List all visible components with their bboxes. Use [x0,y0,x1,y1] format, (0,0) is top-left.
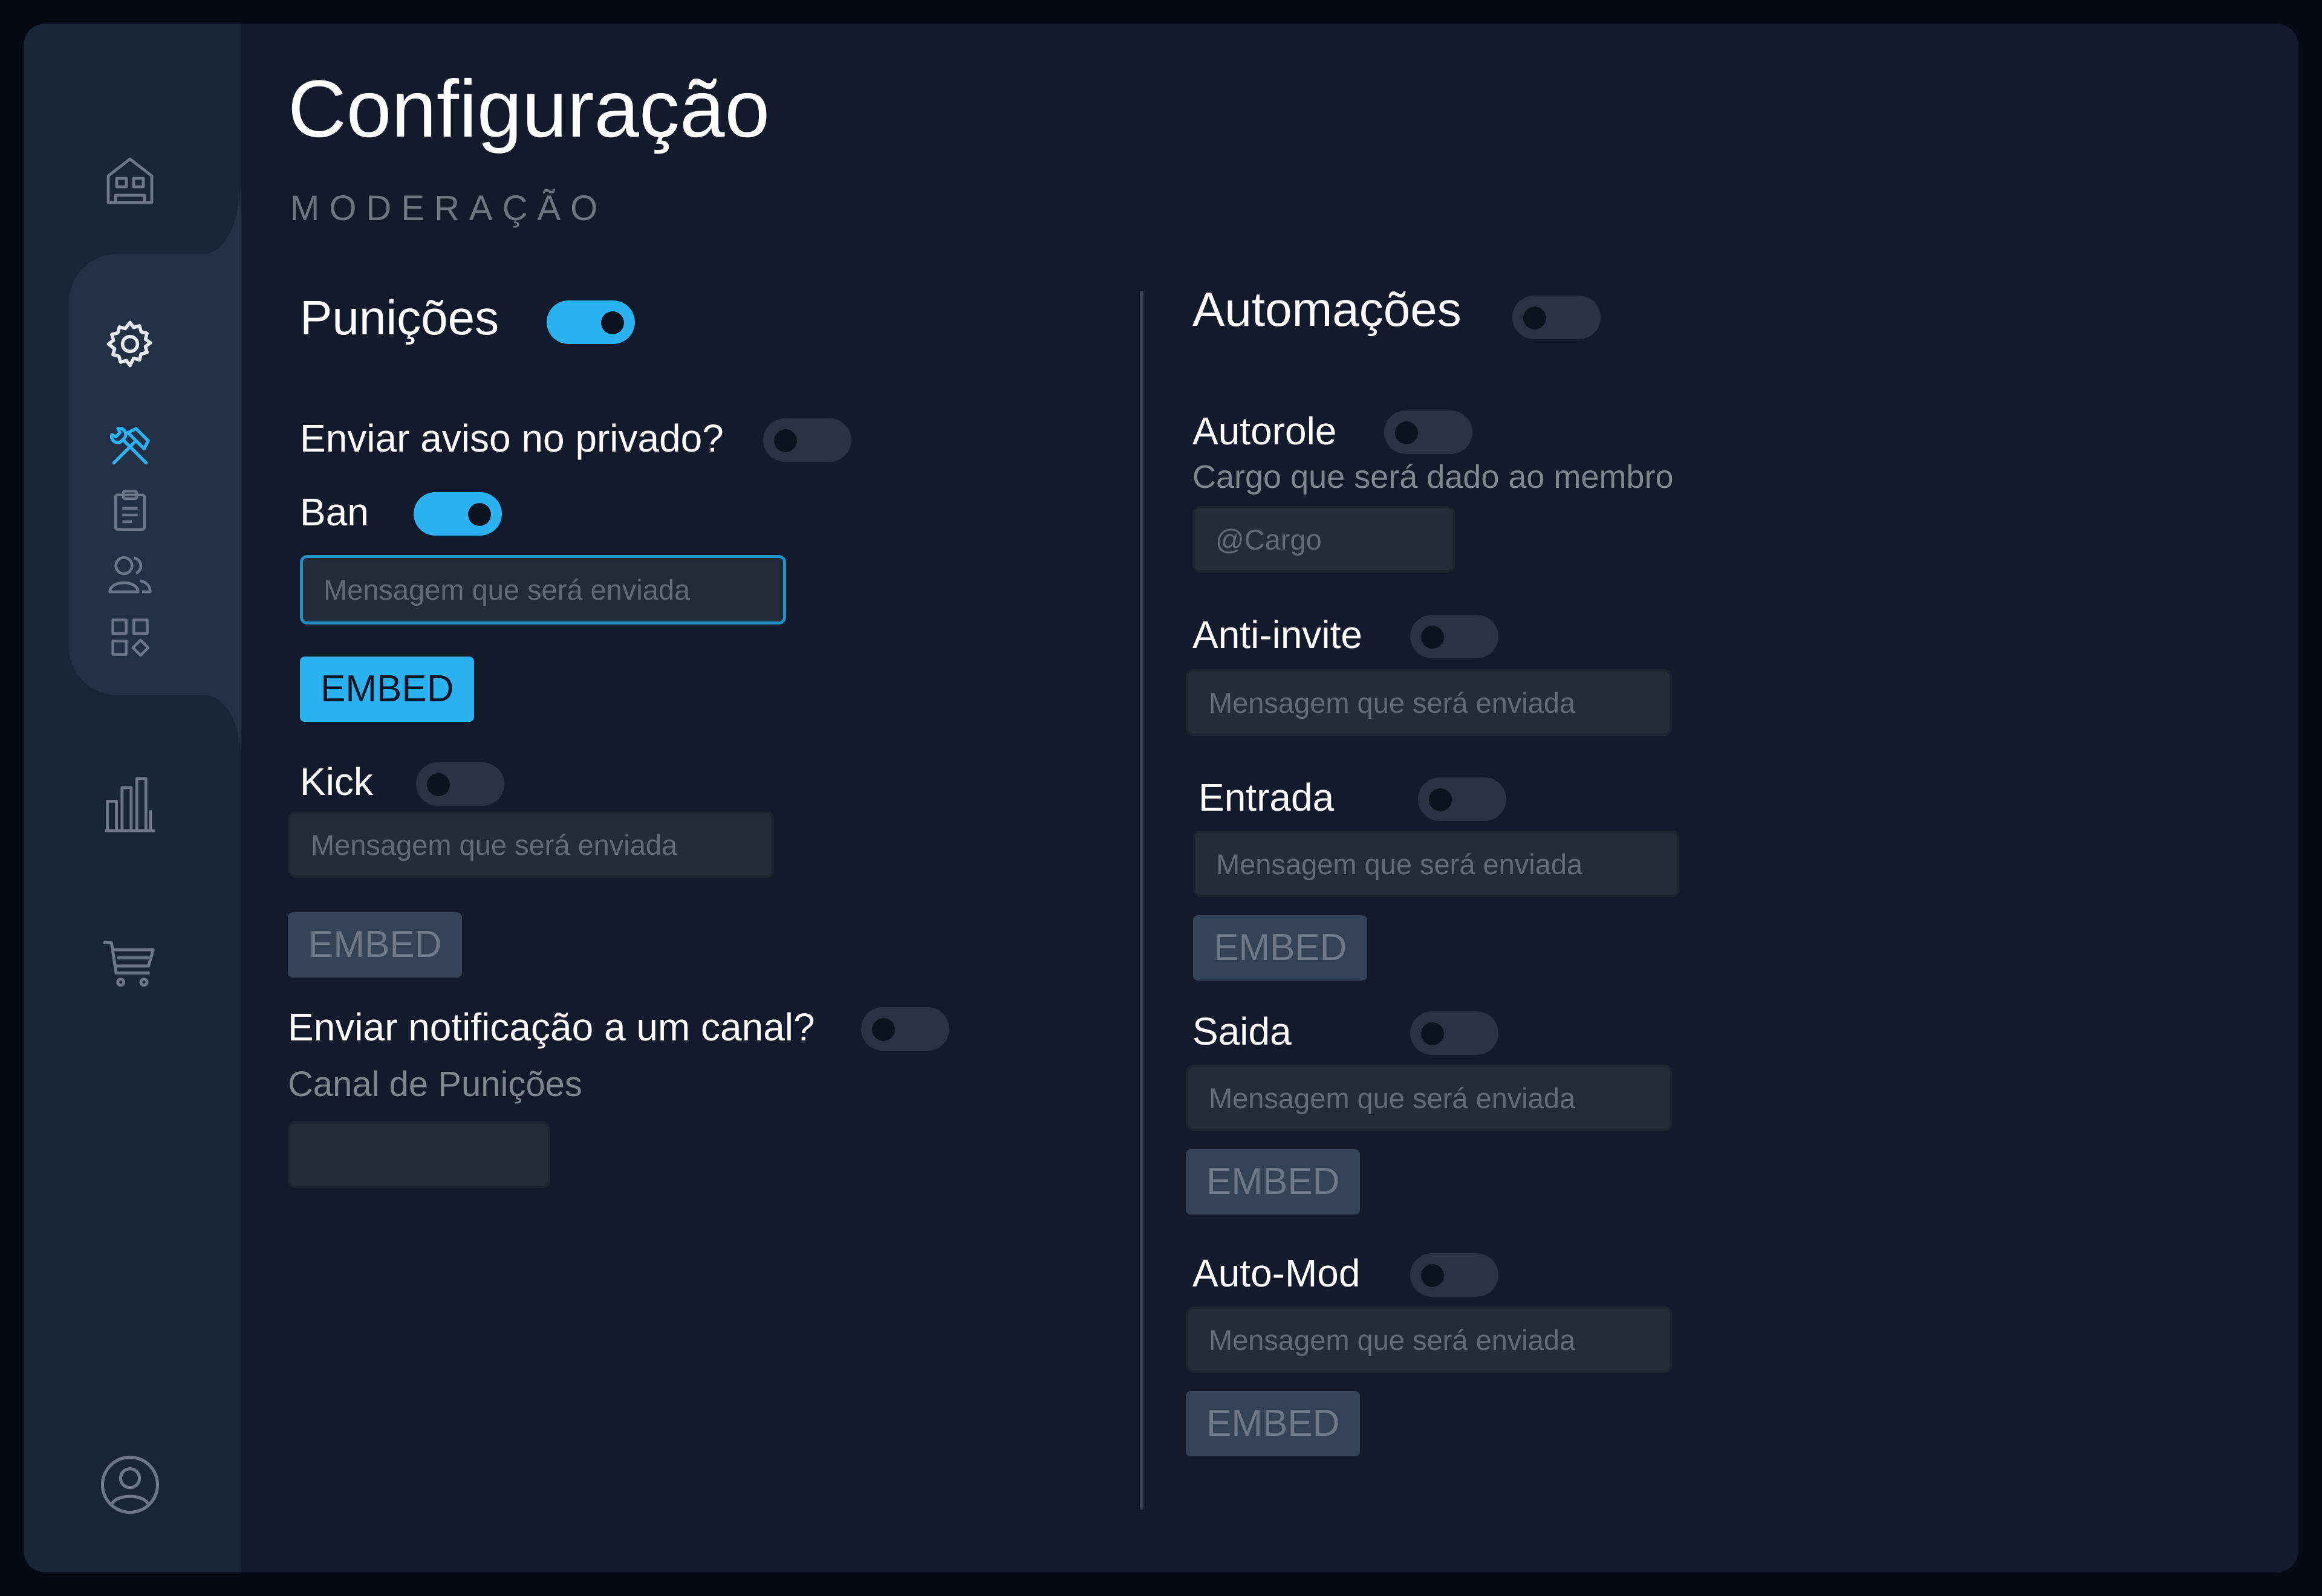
anti-invite-toggle[interactable] [1410,615,1498,658]
home-icon[interactable] [94,144,166,217]
clipboard-icon[interactable] [100,480,160,540]
anti-invite-message-input[interactable] [1186,669,1672,736]
page-subtitle: MODERAÇÃO [290,189,608,228]
toggle-knob [1429,788,1452,811]
bar-chart-icon[interactable] [100,770,160,837]
kick-label: Kick [300,760,373,803]
auto-mod-embed-button[interactable]: EMBED [1186,1391,1361,1456]
toggle-knob [1421,626,1444,649]
punishments-title: Punições [300,291,499,345]
punishments-toggle[interactable] [547,300,635,344]
gear-icon[interactable] [94,308,166,380]
channel-notice-label: Enviar notificação a um canal? [288,1005,815,1049]
entrada-embed-button[interactable]: EMBED [1193,915,1368,981]
entrada-label: Entrada [1198,776,1335,819]
toggle-knob [1421,1264,1444,1287]
toggle-knob [1523,307,1546,329]
toggle-knob [1421,1022,1444,1045]
sidebar-curve-top [204,181,241,254]
toggle-knob [427,773,450,796]
ban-toggle[interactable] [414,492,502,536]
toggle-knob [601,311,624,334]
auto-mod-label: Auto-Mod [1192,1251,1361,1295]
toggle-knob [468,503,491,526]
auto-mod-message-input[interactable] [1186,1306,1672,1373]
apps-icon[interactable] [100,607,160,667]
saida-embed-button[interactable]: EMBED [1186,1149,1361,1215]
page-title: Configuração [288,64,770,154]
ban-label: Ban [300,490,369,534]
cart-icon[interactable] [100,933,160,994]
saida-label: Saida [1192,1010,1292,1053]
users-icon[interactable] [100,543,160,604]
saida-toggle[interactable] [1410,1011,1498,1055]
channel-select[interactable] [288,1121,550,1188]
app-window: Configuração MODERAÇÃO Punições Enviar a… [24,24,2298,1572]
channel-notice-toggle[interactable] [861,1007,949,1051]
auto-mod-toggle[interactable] [1410,1253,1498,1297]
automations-title: Automações [1192,282,1462,336]
saida-message-input[interactable] [1186,1065,1672,1131]
kick-message-input[interactable] [288,811,774,878]
autorole-toggle[interactable] [1384,410,1472,454]
hammer-wrench-icon[interactable] [100,417,160,477]
private-notice-toggle[interactable] [763,418,851,462]
autorole-label: Autorole [1192,409,1337,453]
autorole-role-input[interactable] [1192,506,1455,573]
toggle-knob [1395,421,1418,444]
sidebar-curve-bottom [204,695,241,756]
entrada-toggle[interactable] [1418,777,1506,821]
automations-toggle[interactable] [1512,296,1601,339]
toggle-knob [774,429,797,452]
anti-invite-label: Anti-invite [1192,613,1362,657]
sidebar [24,24,241,1572]
private-notice-label: Enviar aviso no privado? [300,417,724,460]
kick-embed-button[interactable]: EMBED [288,912,463,978]
autorole-hint: Cargo que será dado ao membro [1192,459,1674,495]
column-divider [1140,291,1143,1510]
profile-icon[interactable] [94,1448,166,1521]
kick-toggle[interactable] [416,762,504,806]
ban-embed-button[interactable]: EMBED [300,657,475,722]
channel-label: Canal de Punições [288,1065,582,1104]
entrada-message-input[interactable] [1193,831,1679,897]
ban-message-input[interactable] [300,555,786,624]
toggle-knob [872,1018,895,1041]
